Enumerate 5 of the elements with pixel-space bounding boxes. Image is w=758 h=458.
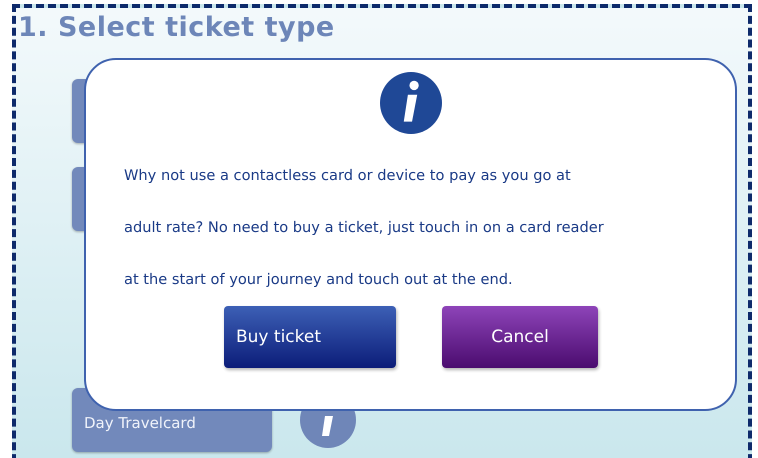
info-icon <box>380 72 442 134</box>
dialog-message: Why not use a contactless card or device to pay as you go at adult rate? No need to buy a ticket, just touch in on a card reader at the start of your journey and touch out at the end. <box>124 166 604 290</box>
buy-ticket-button[interactable]: Buy ticket <box>224 306 396 368</box>
page-title: 1. Select ticket type <box>18 12 336 43</box>
cancel-button[interactable]: Cancel <box>442 306 598 368</box>
